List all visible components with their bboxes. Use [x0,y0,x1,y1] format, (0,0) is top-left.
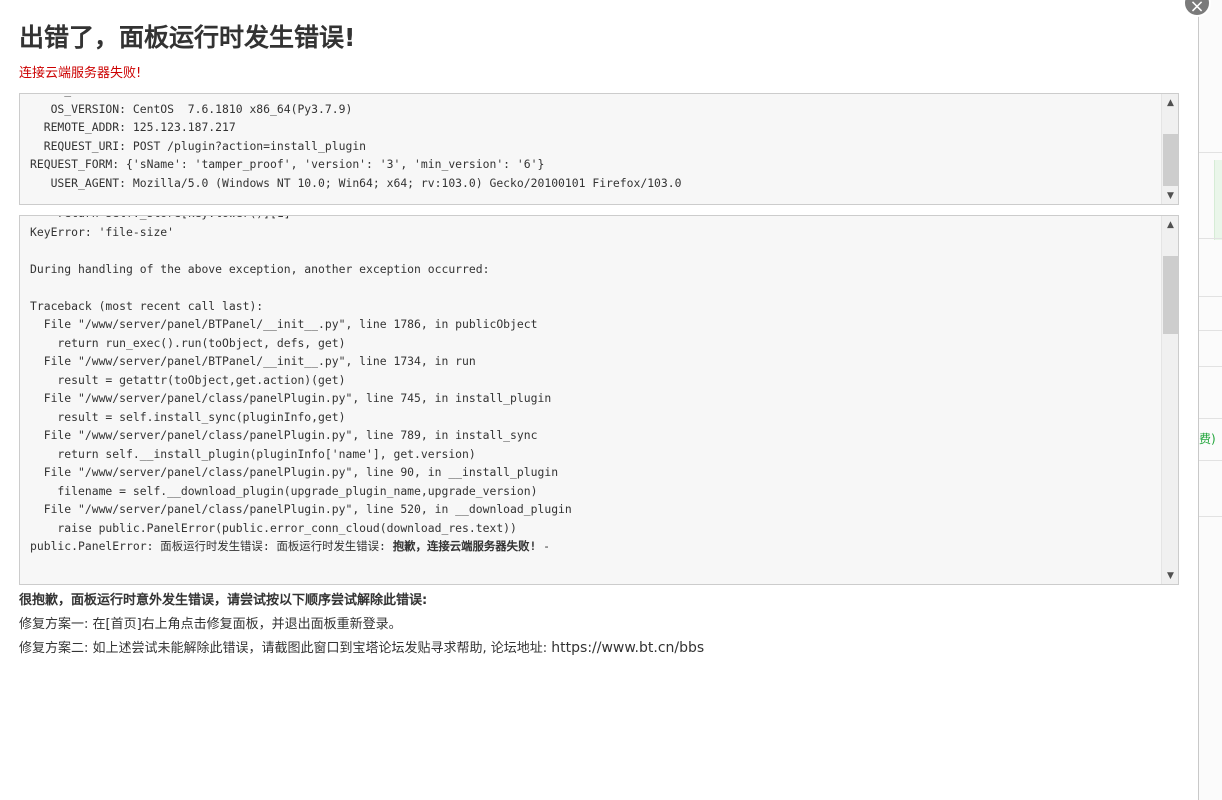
environment-line: OS_VERSION: CentOS 7.6.1810 x86_64(Py3.7… [30,101,353,116]
forum-link[interactable]: https://www.bt.cn/bbs [551,640,704,656]
traceback-line: KeyError: 'file-size' [30,224,175,239]
environment-info-lines: PAN_VERSION: 7.9.3 OS_VERSION: CentOS 7.… [30,94,1160,192]
fix-option-1: 修复方案一: 在[首页]右上角点击修复面板，并退出面板重新登录。 [19,617,402,632]
fix-option-2-text: 修复方案二: 如上述尝试未能解除此错误，请截图此窗口到宝塔论坛发贴寻求帮助, 论… [19,641,552,656]
background-divider [1198,366,1222,367]
traceback-line: filename = self.__download_plugin(upgrad… [30,483,538,498]
background-divider [1198,152,1222,153]
traceback-line: During handling of the above exception, … [30,261,490,276]
traceback-lines: return self._store[key.lower()][1]KeyErr… [30,216,1160,556]
traceback-line [30,278,1160,297]
background-fee-text: 费) [1199,432,1216,446]
scroll-thumb[interactable] [1163,256,1178,334]
traceback-line: return self.__install_plugin(pluginInfo[… [30,446,476,461]
scroll-up-arrow-icon[interactable]: ▲ [1162,94,1178,111]
traceback-line: result = self.install_sync(pluginInfo,ge… [30,409,346,424]
traceback-line: return run_exec().run(toObject, defs, ge… [30,335,346,350]
environment-scrollbar[interactable]: ▲ ▼ [1161,94,1178,204]
background-page [1198,0,1222,800]
help-heading: 很抱歉，面板运行时意外发生错误，请尝试按以下顺序尝试解除此错误: [19,593,428,608]
scroll-thumb[interactable] [1163,134,1178,186]
traceback-line: File "/www/server/panel/BTPanel/__init__… [30,354,476,368]
traceback-line: File "/www/server/panel/class/panelPlugi… [30,465,559,479]
environment-info-box[interactable]: PAN_VERSION: 7.9.3 OS_VERSION: CentOS 7.… [19,93,1179,205]
dialog-title: 出错了，面板运行时发生错误! [19,23,356,52]
traceback-line: File "/www/server/panel/class/panelPlugi… [30,391,552,405]
background-divider [1198,238,1222,239]
background-divider [1198,418,1222,419]
environment-line: USER_AGENT: Mozilla/5.0 (Windows NT 10.0… [30,175,682,190]
traceback-line: raise public.PanelError(public.error_con… [30,520,517,535]
background-divider [1198,460,1222,461]
environment-line: REQUEST_URI: POST /plugin?action=install… [30,138,367,153]
scroll-down-arrow-icon[interactable]: ▼ [1162,187,1178,204]
traceback-line: File "/www/server/panel/BTPanel/__init__… [30,317,538,331]
environment-line: REQUEST_FORM: {'sName': 'tamper_proof', … [30,157,545,171]
error-subtitle: 连接云端服务器失败! [19,66,142,81]
traceback-line [30,241,1160,260]
background-divider [1198,516,1222,517]
final-error-prefix: public.PanelError: 面板运行时发生错误: 面板运行时发生错误: [30,539,393,553]
scroll-up-arrow-icon[interactable]: ▲ [1162,216,1178,233]
traceback-box[interactable]: return self._store[key.lower()][1]KeyErr… [19,215,1179,585]
background-highlight [1214,160,1222,240]
traceback-line: Traceback (most recent call last): [30,298,264,313]
error-dialog: 出错了，面板运行时发生错误! 连接云端服务器失败! PAN_VERSION: 7… [0,0,1199,800]
traceback-line: return self._store[key.lower()][1] [30,216,1160,223]
final-error-emphasis: 抱歉，连接云端服务器失败! [392,539,537,553]
background-divider [1198,296,1222,297]
environment-line: REMOTE_ADDR: 125.123.187.217 [30,120,236,134]
background-divider [1198,330,1222,331]
final-error-line: public.PanelError: 面板运行时发生错误: 面板运行时发生错误:… [30,537,1160,556]
traceback-scrollbar[interactable]: ▲ ▼ [1161,216,1178,584]
traceback-line: result = getattr(toObject,get.action)(ge… [30,372,346,387]
traceback-line: File "/www/server/panel/class/panelPlugi… [30,502,572,516]
final-error-suffix: - [536,539,551,553]
fix-option-2: 修复方案二: 如上述尝试未能解除此错误，请截图此窗口到宝塔论坛发贴寻求帮助, 论… [19,637,704,656]
scroll-down-arrow-icon[interactable]: ▼ [1162,567,1178,584]
traceback-line: File "/www/server/panel/class/panelPlugi… [30,428,538,442]
